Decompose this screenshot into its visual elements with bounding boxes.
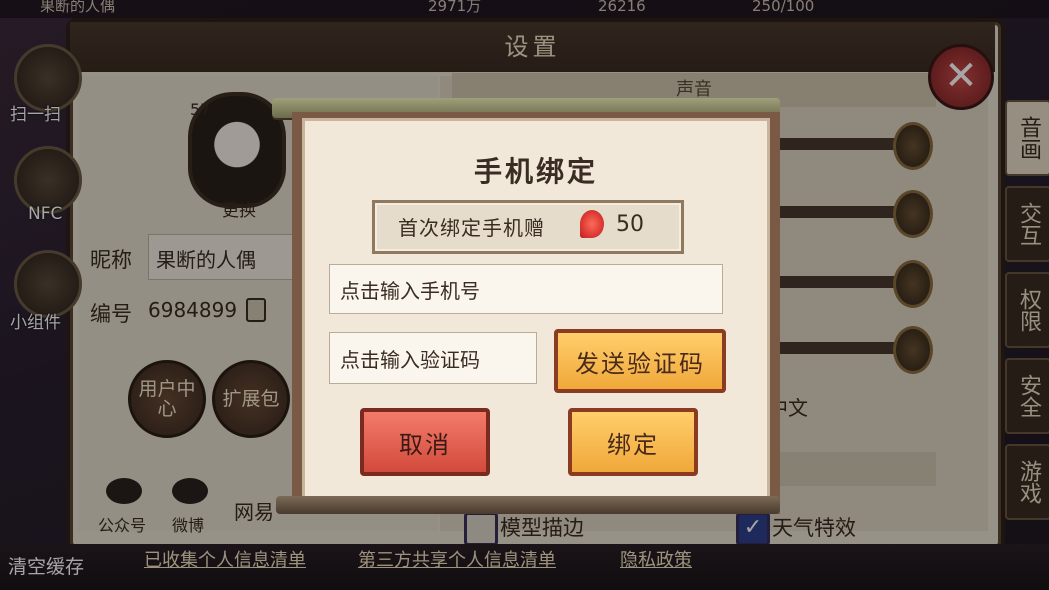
scroll-rod-bottom — [276, 496, 780, 514]
reward-amount: 50 — [616, 212, 644, 237]
dialog-title: 手机绑定 — [473, 155, 598, 188]
reward-text: 首次绑定手机赠 — [398, 216, 545, 240]
phone-number-input[interactable]: 点击输入手机号 — [329, 264, 723, 314]
verification-code-input[interactable]: 点击输入验证码 — [329, 332, 537, 384]
bind-button[interactable]: 绑定 — [568, 408, 698, 476]
send-code-button[interactable]: 发送验证码 — [554, 329, 726, 393]
magatama-icon — [580, 210, 604, 238]
cancel-button[interactable]: 取消 — [360, 408, 490, 476]
